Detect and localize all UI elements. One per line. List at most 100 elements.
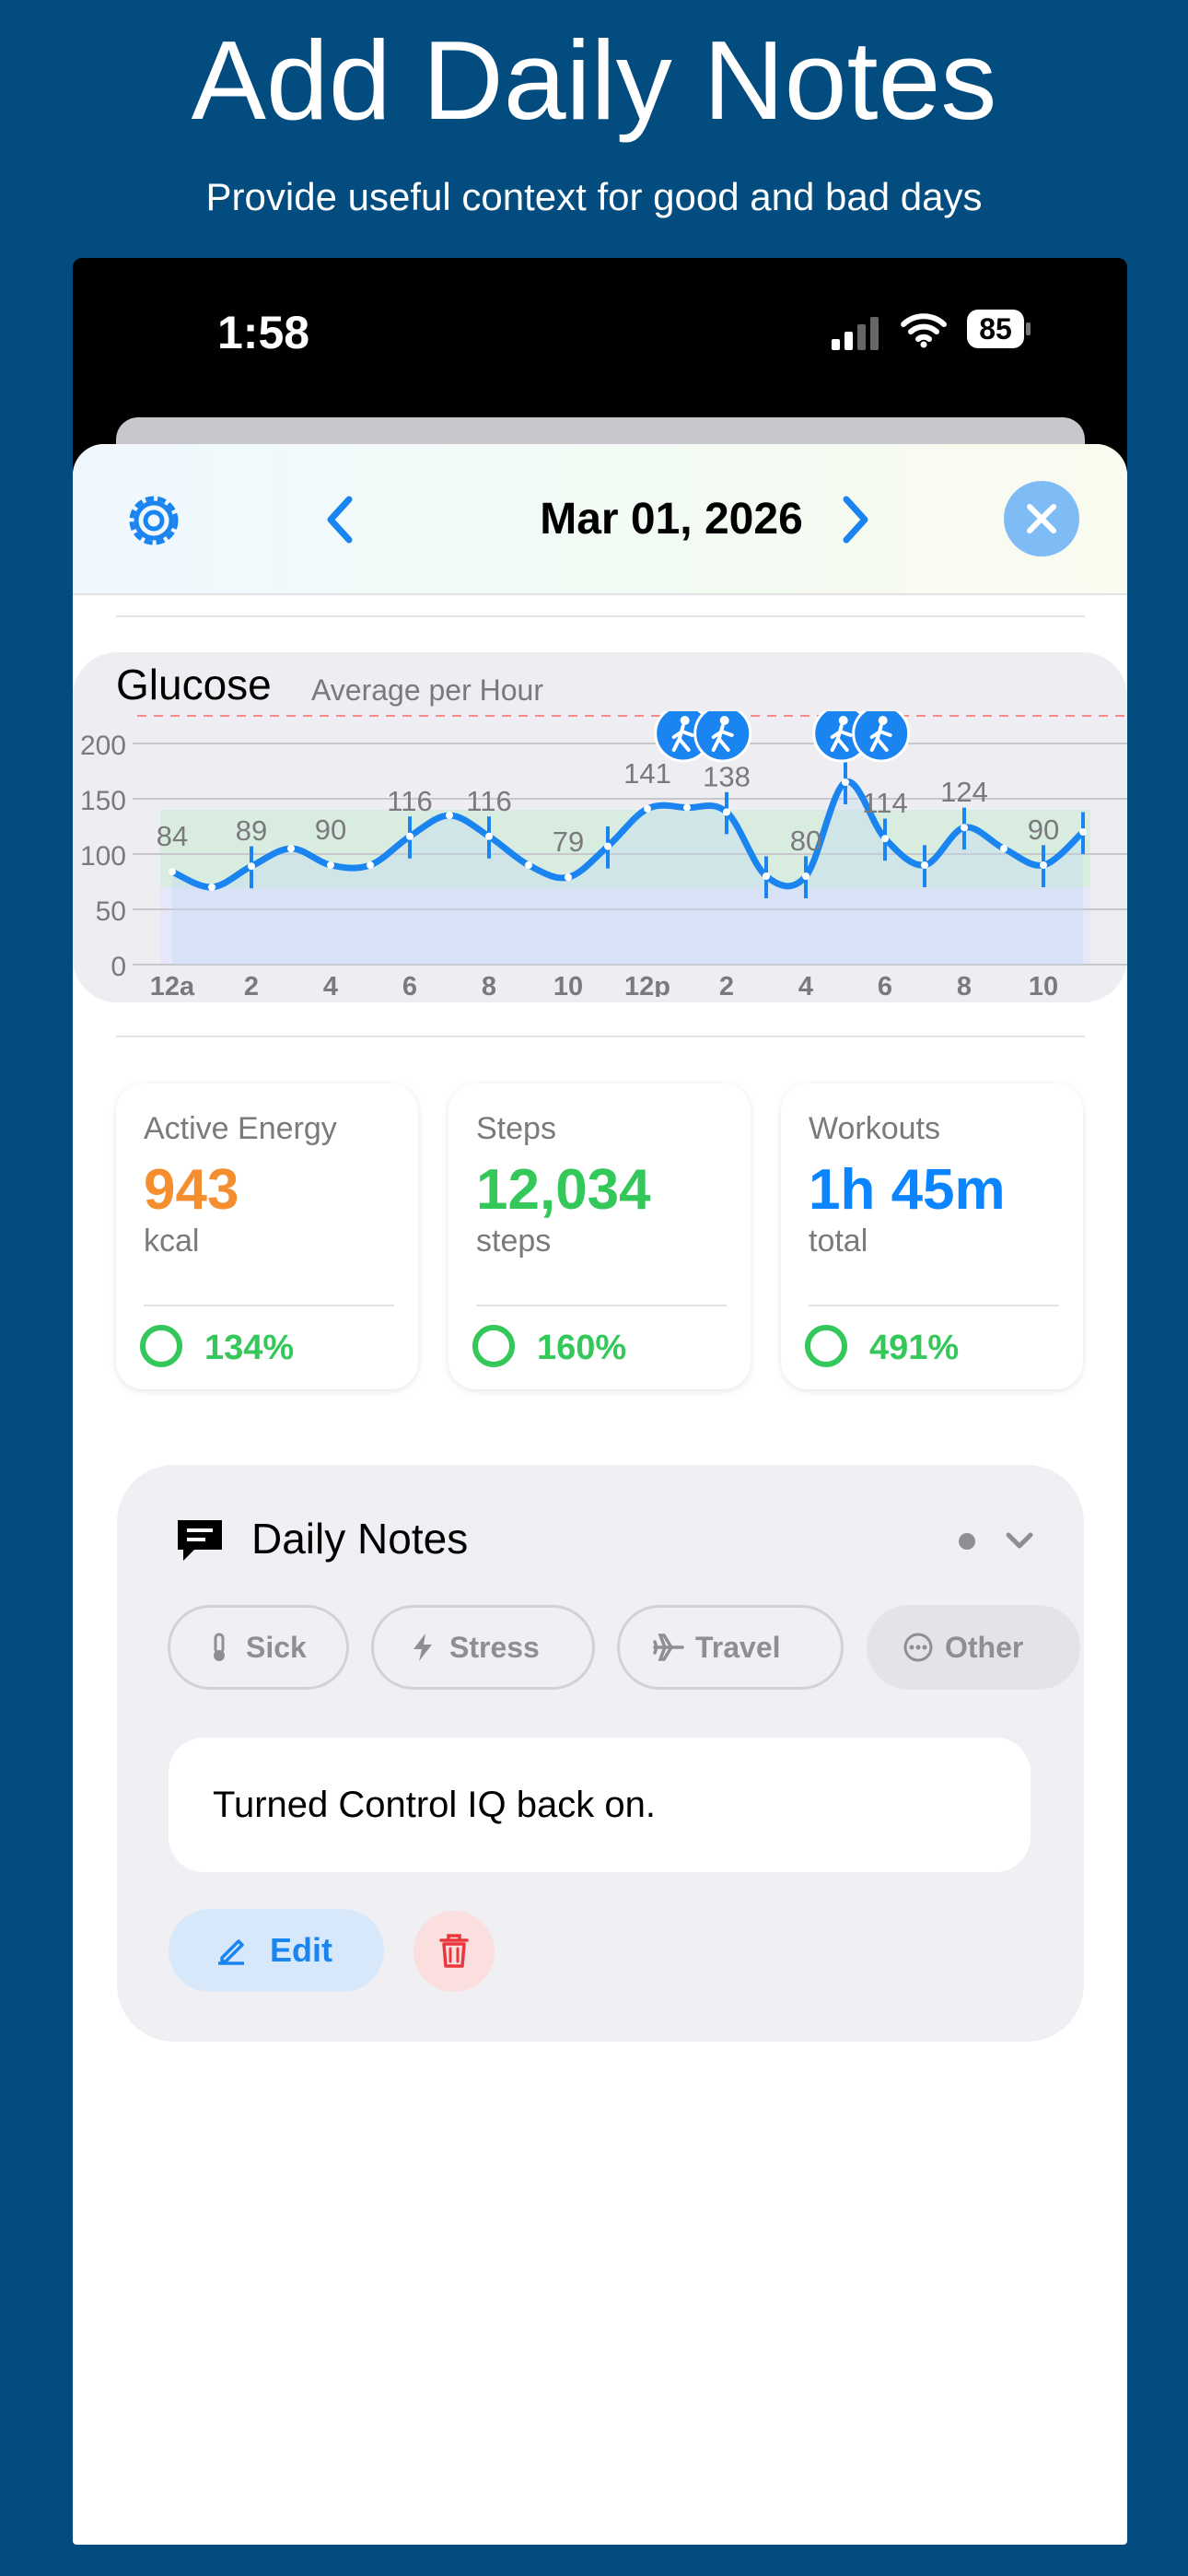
glucose-point [248,862,255,871]
daily-notes-card: Daily Notes Sick Stress Travel Other Tur… [117,1465,1084,2042]
x-tick-label: 8 [482,972,496,997]
x-tick-label: 6 [402,972,417,997]
next-day-button[interactable] [826,492,881,547]
close-icon [1027,504,1056,533]
glucose-point [485,832,493,840]
edit-label: Edit [270,1931,332,1969]
x-tick-label: 12p [624,972,670,997]
metric-unit: kcal [144,1224,200,1259]
value-label: 79 [553,825,584,858]
glucose-chart[interactable]: 0 50 100 150 200 12a 2 4 6 8 10 12p 2 4 6 8 10 84 89 90 116 1… [73,711,1127,997]
glucose-point [525,861,532,869]
figure-head [838,716,848,725]
trash-icon [439,1934,469,1968]
y-tick-label: 150 [80,786,126,816]
glucose-point [446,812,453,819]
metric-label: Workouts [809,1111,940,1146]
metric-percent: 160% [537,1329,627,1367]
glucose-point [961,824,968,832]
glucose-point [287,845,295,852]
phone-screen: 1:58 85 Mar 01, 2026 Glucose Average per… [73,258,1127,2545]
status-dot [959,1533,975,1550]
notes-title: Daily Notes [251,1515,469,1563]
metric-percent: 491% [869,1329,960,1367]
value-label: 89 [236,814,267,847]
glucose-point [683,803,691,812]
value-label: 141 [623,757,671,790]
progress-ring-icon [472,1325,515,1367]
metric-card-active-energy[interactable]: Active Energy 943 kcal 134% [116,1083,418,1389]
x-tick-label: 6 [878,972,892,997]
previous-day-button[interactable] [314,492,369,547]
tag-chip-stress[interactable]: Stress [371,1605,595,1690]
tag-label: Sick [246,1630,307,1664]
subheadline: Provide useful context for good and bad … [205,175,983,218]
close-button[interactable] [1004,481,1079,556]
glucose-point [367,861,374,869]
glucose-point [1079,828,1087,836]
value-label: 116 [466,785,511,817]
tag-chip-other[interactable]: Other [867,1605,1080,1690]
status-time: 1:58 [217,307,310,358]
battery-level: 85 [967,310,1024,348]
airplane-icon [653,1633,684,1661]
x-tick-label: 4 [798,972,813,997]
x-tick-label: 10 [553,972,583,997]
value-label: 114 [862,787,907,819]
nav-bar: Mar 01, 2026 [73,444,1127,595]
metric-card-workouts[interactable]: Workouts 1h 45m total 491% [781,1083,1083,1389]
chevron-down-icon[interactable] [1001,1522,1038,1559]
metric-value: 12,034 [476,1158,651,1222]
message-icon [178,1520,222,1561]
figure-head [719,716,729,725]
progress-ring-icon [140,1325,182,1367]
value-label: 116 [387,785,432,817]
y-tick-label: 200 [80,731,126,761]
tag-label: Stress [449,1630,540,1664]
figure-head [680,716,690,725]
y-tick-label: 50 [96,896,126,927]
value-label: 90 [315,814,346,846]
glucose-point [644,804,651,813]
pencil-icon [218,1939,244,1965]
glucose-area [172,781,1083,965]
divider [116,1036,1085,1037]
glucose-point [208,884,215,891]
gear-icon[interactable] [119,486,189,556]
tag-label: Travel [695,1630,781,1664]
delete-button[interactable] [413,1911,495,1992]
battery-icon: 85 [967,310,1033,348]
divider [116,615,1085,617]
tag-chip-sick[interactable]: Sick [168,1605,349,1690]
value-label: 138 [703,760,751,792]
edit-button[interactable]: Edit [169,1909,384,1992]
figure-head [878,716,888,725]
glucose-point [1040,861,1047,869]
x-tick-label: 8 [957,972,972,997]
metric-percent: 134% [204,1329,295,1367]
x-tick-label: 10 [1029,972,1058,997]
thermometer-icon [214,1633,225,1661]
x-tick-label: 4 [323,972,338,997]
bolt-icon [413,1633,432,1661]
value-label: 84 [157,820,188,852]
glucose-point [921,861,928,869]
glucose-point [565,873,572,882]
x-tick-label: 2 [719,972,734,997]
tag-chip-travel[interactable]: Travel [617,1605,844,1690]
status-bar: 1:58 85 [73,258,1127,419]
glucose-point [1000,845,1007,852]
glucose-point [406,832,413,840]
glucose-point [763,872,770,880]
metric-label: Steps [476,1111,556,1146]
tag-label: Other [945,1630,1024,1664]
glucose-point [723,808,730,816]
glucose-point [802,872,809,880]
cellular-signal-icon [832,315,885,350]
note-text-value: Turned Control IQ back on. [213,1784,656,1825]
note-text[interactable]: Turned Control IQ back on. [169,1738,1031,1872]
metric-value: 1h 45m [809,1158,1006,1222]
metric-card-steps[interactable]: Steps 12,034 steps 160% [448,1083,751,1389]
value-label: 124 [940,776,988,808]
y-tick-label: 100 [80,841,126,872]
